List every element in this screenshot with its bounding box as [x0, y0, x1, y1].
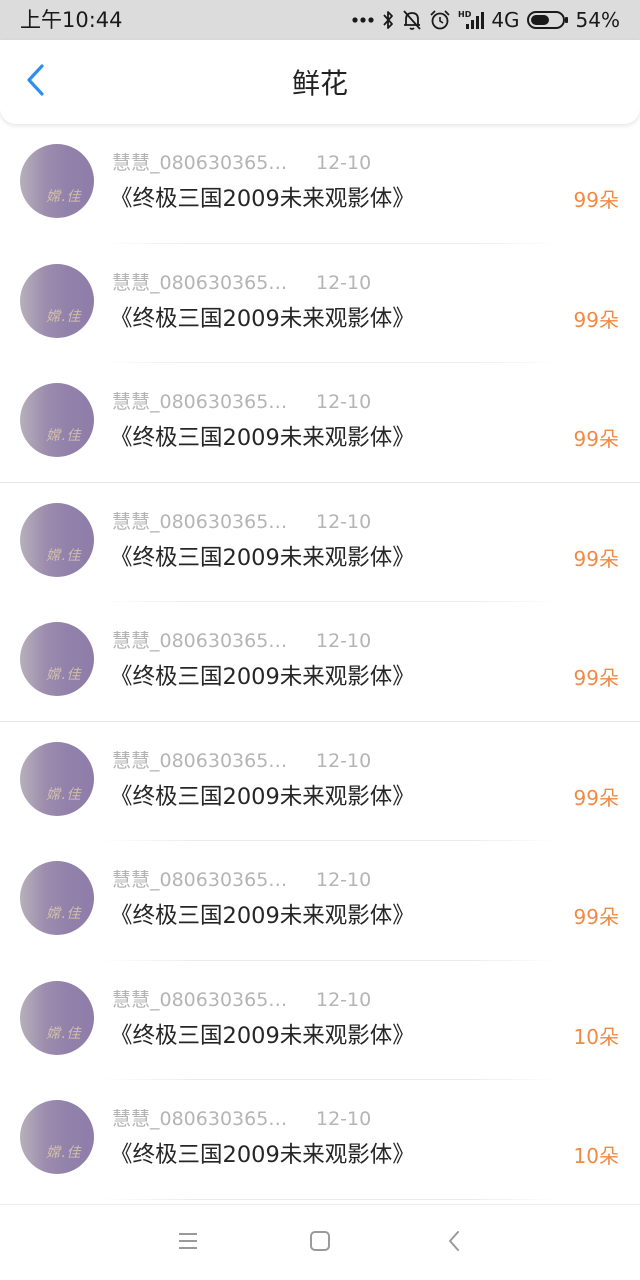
- menu-button[interactable]: [172, 1227, 204, 1259]
- list-item[interactable]: 嫦.佳 慧慧_0806303658... 12-10 《终极三国2009未来观影体》 1…: [0, 961, 640, 1080]
- date: 12-10: [316, 152, 372, 174]
- list-item[interactable]: 嫦.佳 慧慧_0806303658... 12-10 《终极三国2009未来观影体》 9…: [0, 483, 640, 602]
- avatar: 嫦.佳: [20, 383, 94, 457]
- flower-amount: 99朵: [573, 666, 619, 690]
- date: 12-10: [316, 510, 372, 533]
- flower-amount: 99朵: [573, 785, 619, 810]
- flower-record-list: 嫦.佳 慧慧_0806303658... 12-10 《终极三国2009未来观影体》 9…: [0, 124, 640, 1204]
- avatar: 嫦.佳: [20, 502, 94, 577]
- item-meta: 慧慧_0806303658... 12-10: [112, 630, 371, 652]
- mute-bell-icon: [402, 9, 422, 31]
- date: 12-10: [316, 1108, 372, 1130]
- avatar: 嫦.佳: [20, 741, 94, 816]
- avatar-signature: 嫦.佳: [46, 308, 82, 325]
- battery-percent: 54%: [575, 8, 620, 32]
- avatar-signature: 嫦.佳: [46, 189, 82, 205]
- username: 慧慧_0806303658...: [112, 1108, 296, 1130]
- date: 12-10: [316, 749, 372, 772]
- date: 12-10: [316, 988, 372, 1011]
- system-back-button[interactable]: [438, 1227, 470, 1259]
- list-item[interactable]: 嫦.佳 慧慧_0806303658... 12-10 《终极三国2009未来观影体》 9…: [0, 124, 640, 244]
- avatar-signature: 嫦.佳: [46, 667, 82, 683]
- home-square-icon: [309, 1230, 331, 1256]
- movie-title: 《终极三国2009未来观影体》: [110, 544, 415, 571]
- bluetooth-icon: [381, 9, 395, 31]
- item-meta: 慧慧_0806303658... 12-10: [112, 152, 371, 174]
- battery-icon: [526, 10, 569, 30]
- list-item[interactable]: 嫦.佳 慧慧_0806303658... 12-10 《终极三国2009未来观影体》 1…: [0, 1080, 640, 1200]
- flower-amount: 99朵: [573, 188, 619, 212]
- alarm-icon: [429, 9, 451, 31]
- avatar-signature: 嫦.佳: [46, 428, 82, 444]
- username: 慧慧_0806303658...: [112, 271, 296, 294]
- movie-title: 《终极三国2009未来观影体》: [110, 783, 415, 810]
- more-dots-icon: [352, 16, 374, 24]
- avatar: 嫦.佳: [20, 622, 94, 696]
- list-item[interactable]: 嫦.佳 慧慧_0806303658... 12-10 《终极三国2009未来观影体》 9…: [0, 363, 640, 483]
- date: 12-10: [316, 630, 372, 652]
- avatar-signature: 嫦.佳: [46, 906, 82, 922]
- movie-title: 《终极三国2009未来观影体》: [110, 664, 415, 690]
- item-meta: 慧慧_0806303658... 12-10: [112, 1108, 371, 1130]
- username: 慧慧_0806303658...: [112, 152, 296, 174]
- avatar: 嫦.佳: [20, 980, 94, 1055]
- flower-amount: 99朵: [573, 905, 619, 929]
- hd-signal-icon: HD: [458, 9, 485, 31]
- home-button[interactable]: [304, 1227, 336, 1259]
- back-triangle-icon: [446, 1229, 462, 1257]
- movie-title: 《终极三国2009未来观影体》: [110, 903, 415, 929]
- username: 慧慧_0806303658...: [112, 749, 296, 772]
- list-item[interactable]: 嫦.佳 慧慧_0806303658... 12-10 《终极三国2009未来观影体》 9…: [0, 841, 640, 961]
- avatar: 嫦.佳: [20, 861, 94, 935]
- list-item[interactable]: 嫦.佳 慧慧_0806303658... 12-10 《终极三国2009未来观影体》 9…: [0, 244, 640, 363]
- svg-text:HD: HD: [458, 10, 472, 19]
- username: 慧慧_0806303658...: [112, 869, 296, 891]
- status-icons: HD 4G 54%: [352, 6, 620, 34]
- flower-amount: 99朵: [573, 427, 619, 451]
- flower-amount: 99朵: [573, 307, 619, 332]
- status-time: 上午10:44: [20, 8, 123, 32]
- avatar-signature: 嫦.佳: [46, 1145, 82, 1161]
- avatar-signature: 嫦.佳: [46, 547, 82, 564]
- avatar: 嫦.佳: [20, 144, 94, 218]
- list-item[interactable]: 嫦.佳 慧慧_0806303658... 12-10 《终极三国2009未来观影体》 9…: [0, 722, 640, 841]
- avatar-signature: 嫦.佳: [46, 786, 82, 803]
- date: 12-10: [316, 869, 372, 891]
- item-meta: 慧慧_0806303658... 12-10: [112, 391, 371, 413]
- username: 慧慧_0806303658...: [112, 630, 296, 652]
- movie-title: 《终极三国2009未来观影体》: [110, 305, 415, 332]
- username: 慧慧_0806303658...: [112, 988, 296, 1011]
- movie-title: 《终极三国2009未来观影体》: [110, 425, 415, 451]
- username: 慧慧_0806303658...: [112, 510, 296, 533]
- movie-title: 《终极三国2009未来观影体》: [110, 1022, 415, 1049]
- avatar: 嫦.佳: [20, 1100, 94, 1174]
- header: 鲜花: [0, 40, 640, 124]
- page-title: 鲜花: [291, 67, 348, 100]
- menu-icon: [177, 1231, 199, 1255]
- item-meta: 慧慧_0806303658... 12-10: [112, 989, 371, 1011]
- app-screen: 上午10:44 HD 4G 54% 鲜花 嫦.佳 慧慧_0806303658..…: [0, 0, 640, 1280]
- flower-amount: 10朵: [573, 1024, 619, 1049]
- movie-title: 《终极三国2009未来观影体》: [110, 1142, 415, 1168]
- username: 慧慧_0806303658...: [112, 391, 296, 413]
- network-type: 4G: [491, 8, 520, 32]
- date: 12-10: [316, 271, 372, 294]
- item-meta: 慧慧_0806303658... 12-10: [112, 511, 371, 533]
- status-bar: 上午10:44 HD 4G 54%: [0, 0, 640, 40]
- movie-title: 《终极三国2009未来观影体》: [110, 186, 415, 212]
- avatar-signature: 嫦.佳: [46, 1025, 82, 1042]
- row-divider: [100, 1198, 560, 1200]
- flower-amount: 99朵: [573, 546, 619, 571]
- date: 12-10: [316, 391, 372, 413]
- item-meta: 慧慧_0806303658... 12-10: [112, 272, 371, 294]
- item-meta: 慧慧_0806303658... 12-10: [112, 869, 371, 891]
- list-item[interactable]: 嫦.佳 慧慧_0806303658... 12-10 《终极三国2009未来观影体》 9…: [0, 602, 640, 722]
- avatar: 嫦.佳: [20, 263, 94, 338]
- item-meta: 慧慧_0806303658... 12-10: [112, 750, 371, 772]
- flower-amount: 10朵: [573, 1144, 619, 1168]
- system-nav-bar: [0, 1204, 640, 1280]
